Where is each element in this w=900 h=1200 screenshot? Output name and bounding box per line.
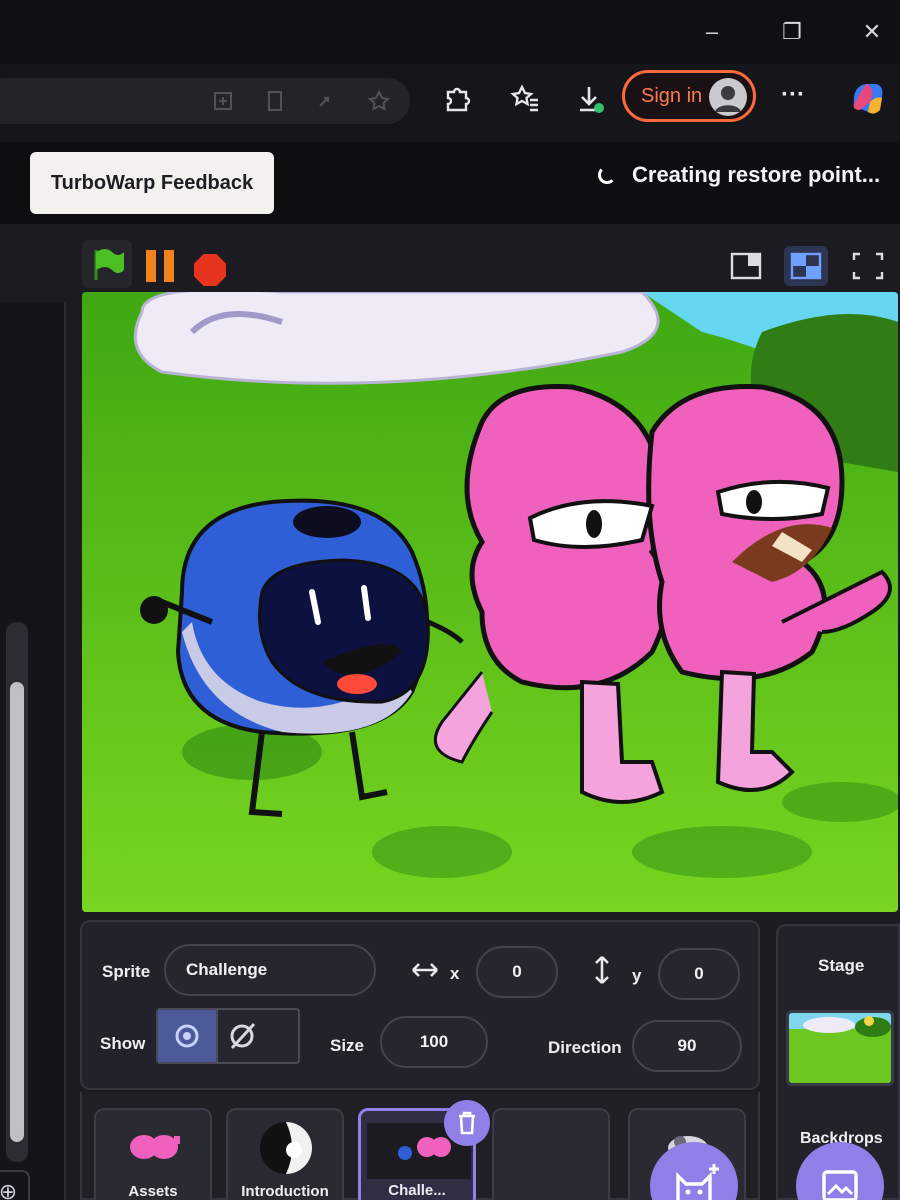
y-position-input[interactable]: 0 xyxy=(658,948,740,1000)
add-sprite-button[interactable] xyxy=(650,1142,738,1200)
stage-title: Stage xyxy=(818,956,865,975)
extensions-puzzle-icon[interactable] xyxy=(440,82,474,116)
copilot-icon[interactable] xyxy=(846,76,890,120)
backdrop-thumbnail[interactable] xyxy=(786,1010,894,1086)
show-sprite-button[interactable] xyxy=(158,1010,216,1062)
favorites-icon[interactable] xyxy=(508,82,542,116)
sprite-name: Assets xyxy=(128,1183,178,1200)
sprite-label: Sprite xyxy=(102,962,151,981)
restore-window-button[interactable]: ❐ xyxy=(774,14,810,50)
reader-mode-icon[interactable] xyxy=(264,90,286,112)
assets-thumbnail-image xyxy=(130,1135,180,1159)
eye-icon xyxy=(175,1024,199,1048)
fullscreen-icon xyxy=(852,252,884,280)
x-position-icon xyxy=(412,963,438,977)
small-stage-button[interactable] xyxy=(724,246,768,286)
bookmark-bar: TurboWarp Feedback Creating restore poin… xyxy=(0,142,900,224)
stage-controls xyxy=(80,234,900,294)
hide-sprite-eye-slash-icon[interactable] xyxy=(220,1010,300,1062)
browser-toolbar: Sign in ··· xyxy=(0,64,900,142)
sprite-tile-assets[interactable]: Assets xyxy=(94,1108,212,1200)
introduction-thumbnail-image xyxy=(260,1122,312,1174)
normal-stage-button[interactable] xyxy=(784,246,828,286)
share-icon[interactable] xyxy=(316,90,338,112)
stage-canvas[interactable] xyxy=(82,292,898,912)
green-flag-button[interactable] xyxy=(82,240,132,288)
sprite-tile-introduction[interactable]: Introduction xyxy=(226,1108,344,1200)
vertical-scrollbar[interactable] xyxy=(6,622,28,1162)
address-bar[interactable] xyxy=(0,78,410,124)
loading-spinner-icon xyxy=(598,166,616,184)
size-input[interactable]: 100 xyxy=(380,1016,488,1068)
browser-titlebar: – ❐ ✕ xyxy=(0,0,900,64)
sprite-name: Introduction xyxy=(241,1183,329,1200)
add-sprite-cat-icon xyxy=(676,1164,719,1200)
app-install-icon[interactable] xyxy=(212,90,234,112)
turbowarp-feedback-button[interactable]: TurboWarp Feedback xyxy=(30,152,274,214)
normal-stage-icon xyxy=(790,252,822,280)
stop-button[interactable] xyxy=(194,254,226,286)
stage-scene-image xyxy=(82,292,898,912)
delete-sprite-button[interactable] xyxy=(444,1100,490,1146)
y-position-icon xyxy=(595,956,609,984)
sprite-name: Challe... xyxy=(388,1182,446,1199)
profile-avatar-icon xyxy=(709,78,747,116)
x-position-input[interactable]: 0 xyxy=(476,946,558,998)
scrollbar-thumb[interactable] xyxy=(10,682,24,1142)
turbowarp-editor: ⊕ Sprite Challenge x 0 y 0 Show Size 100… xyxy=(0,224,900,1200)
restore-status-text: Creating restore point... xyxy=(632,162,881,187)
direction-label: Direction xyxy=(548,1038,622,1057)
show-label: Show xyxy=(100,1034,146,1053)
green-flag-icon xyxy=(94,249,124,280)
pause-icon xyxy=(146,250,156,282)
trash-icon xyxy=(459,1111,475,1135)
direction-input[interactable]: 90 xyxy=(632,1020,742,1072)
sprite-info-panel: Sprite Challenge x 0 y 0 Show Size 100 D… xyxy=(80,920,760,1090)
downloads-icon[interactable] xyxy=(574,82,608,116)
zoom-icon: ⊕ xyxy=(0,1179,18,1200)
add-backdrop-image-icon xyxy=(822,1170,858,1200)
x-label: x xyxy=(450,964,460,983)
sprite-tile-4[interactable] xyxy=(492,1108,610,1200)
y-label: y xyxy=(632,966,642,985)
sprite-name-input[interactable]: Challenge xyxy=(164,944,376,996)
minimize-button[interactable]: – xyxy=(694,14,730,50)
restore-point-status: Creating restore point... xyxy=(598,162,880,188)
pause-button[interactable] xyxy=(140,246,180,286)
sign-in-label: Sign in xyxy=(641,85,703,107)
sign-in-button[interactable]: Sign in xyxy=(622,70,756,122)
code-area-edge: ⊕ xyxy=(0,302,66,1200)
size-label: Size xyxy=(330,1036,365,1055)
show-toggle-group xyxy=(156,1008,300,1064)
add-backdrop-button[interactable] xyxy=(796,1142,884,1200)
favorite-star-icon[interactable] xyxy=(368,90,390,112)
more-options-button[interactable]: ··· xyxy=(776,78,810,112)
backdrop-thumbnail-image xyxy=(789,1013,891,1083)
close-window-button[interactable]: ✕ xyxy=(854,14,890,50)
zoom-in-button[interactable]: ⊕ xyxy=(0,1170,30,1200)
small-stage-icon xyxy=(730,252,762,280)
fullscreen-button[interactable] xyxy=(846,246,890,286)
